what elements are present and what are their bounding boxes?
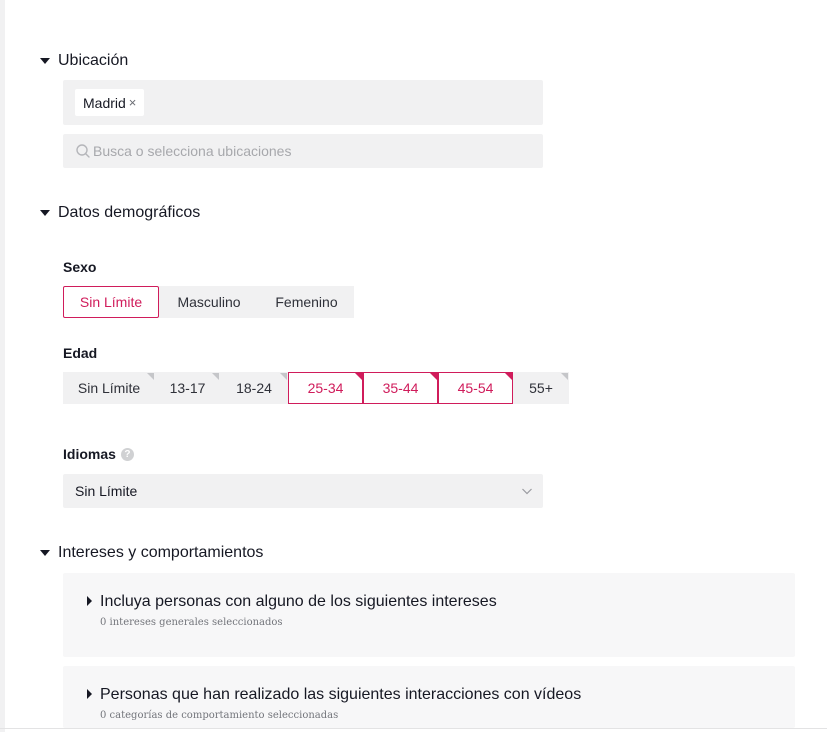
age-option-55-plus[interactable]: 55+ <box>513 372 569 404</box>
caret-down-icon <box>40 550 50 556</box>
section-title: Datos demográficos <box>58 204 201 221</box>
option-label: 25-34 <box>307 380 344 396</box>
chevron-down-icon <box>522 488 532 495</box>
age-option-sin-limite[interactable]: Sin Límite <box>63 372 155 404</box>
sex-selector: Sin Límite Masculino Femenino <box>63 286 354 318</box>
section-title: Intereses y comportamientos <box>58 544 264 561</box>
age-option-35-44[interactable]: 35-44 <box>363 372 438 404</box>
section-header-location[interactable]: Ubicación <box>40 52 128 70</box>
caret-down-icon <box>40 210 50 216</box>
corner-marker-icon <box>561 373 568 380</box>
sex-option-masculino[interactable]: Masculino <box>159 286 259 318</box>
location-tag-madrid: Madrid × <box>75 89 145 116</box>
caret-right-icon <box>87 596 92 606</box>
search-icon <box>76 144 90 158</box>
close-icon[interactable]: × <box>129 95 137 110</box>
option-label: 18-24 <box>236 380 272 396</box>
card-subtitle: 0 categorías de comportamiento seleccion… <box>100 710 339 721</box>
left-panel-border <box>0 0 5 732</box>
languages-label: Idiomas ? <box>63 446 134 462</box>
option-label: Sin Límite <box>79 294 143 310</box>
option-label: 45-54 <box>457 380 494 396</box>
age-option-13-17[interactable]: 13-17 <box>155 372 220 404</box>
option-label: Femenino <box>275 294 338 310</box>
languages-select[interactable]: Sin Límite <box>63 474 543 508</box>
languages-label-text: Idiomas <box>63 446 116 462</box>
languages-select-value: Sin Límite <box>75 483 138 499</box>
sex-label-text: Sexo <box>63 259 97 275</box>
corner-marker-icon <box>147 373 154 380</box>
sex-label: Sexo <box>63 259 96 275</box>
age-label: Edad <box>63 345 97 361</box>
section-header-interests[interactable]: Intereses y comportamientos <box>40 544 263 562</box>
search-input[interactable] <box>93 143 533 159</box>
age-option-18-24[interactable]: 18-24 <box>220 372 288 404</box>
caret-right-icon <box>87 689 92 699</box>
corner-marker-icon <box>212 373 219 380</box>
sex-option-sin-limite[interactable]: Sin Límite <box>63 286 159 318</box>
sex-option-femenino[interactable]: Femenino <box>259 286 354 318</box>
corner-marker-icon <box>430 373 437 380</box>
card-subtitle: 0 intereses generales seleccionados <box>100 617 283 628</box>
option-label: Sin Límite <box>77 380 141 396</box>
corner-marker-icon <box>280 373 287 380</box>
option-label: 35-44 <box>382 380 419 396</box>
question-circle-icon[interactable]: ? <box>120 447 134 461</box>
option-label: 13-17 <box>169 380 206 396</box>
interest-card-interests[interactable]: Incluya personas con alguno de los sigui… <box>63 573 795 657</box>
location-tag-label: Madrid <box>83 94 126 111</box>
location-search[interactable] <box>63 134 543 168</box>
bottom-divider <box>0 728 827 729</box>
interest-card-video-interactions[interactable]: Personas que han realizado las siguiente… <box>63 666 795 728</box>
card-title: Personas que han realizado las siguiente… <box>100 686 582 703</box>
caret-down-icon <box>40 58 50 64</box>
option-label: 55+ <box>529 380 553 396</box>
age-selector: Sin Límite 13-17 18-24 25-34 35-44 45-54… <box>63 372 569 404</box>
option-label: Masculino <box>177 294 241 310</box>
age-option-25-34[interactable]: 25-34 <box>288 372 363 404</box>
age-option-45-54[interactable]: 45-54 <box>438 372 513 404</box>
location-tag-container[interactable]: Madrid × <box>63 80 543 125</box>
corner-marker-icon <box>355 373 362 380</box>
corner-marker-icon <box>505 373 512 380</box>
section-title: Ubicación <box>58 52 129 69</box>
card-title: Incluya personas con alguno de los sigui… <box>100 593 497 610</box>
section-header-demographics[interactable]: Datos demográficos <box>40 204 200 222</box>
age-label-text: Edad <box>63 345 98 361</box>
